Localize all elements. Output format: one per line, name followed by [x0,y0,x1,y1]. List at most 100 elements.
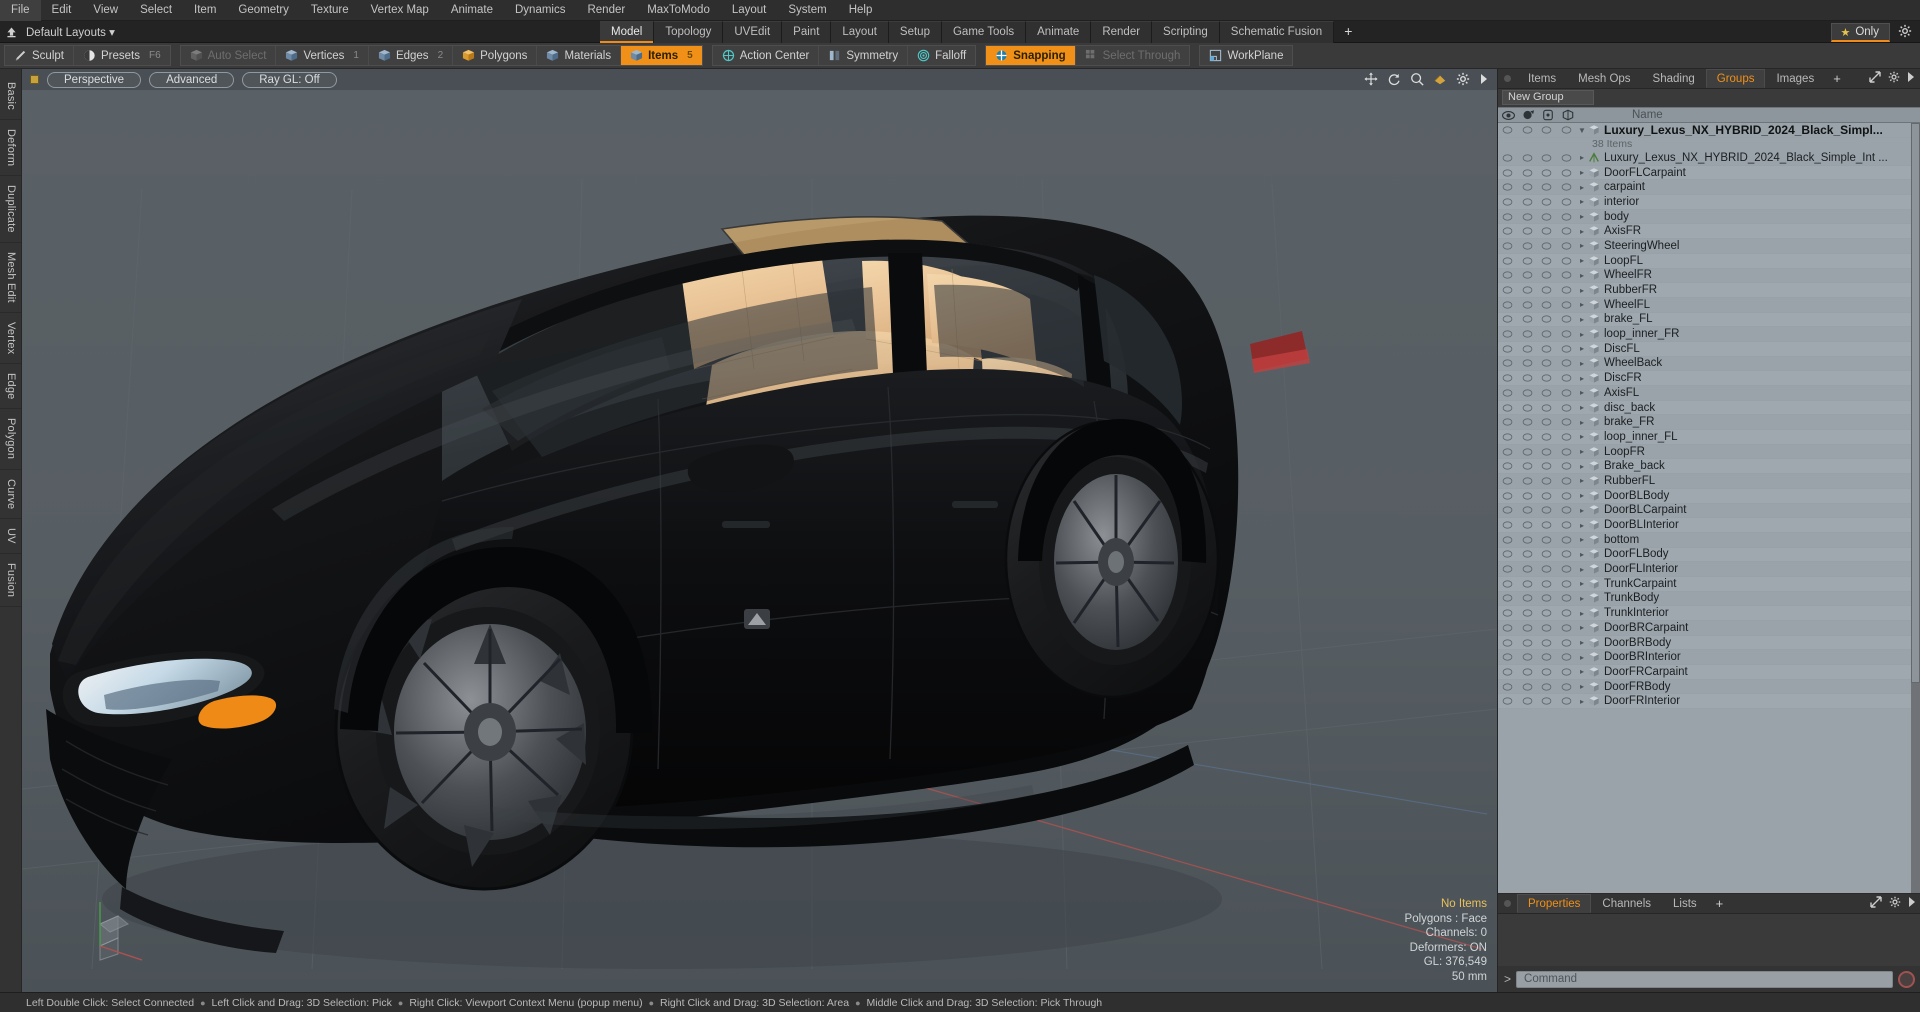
expand-arrow-icon[interactable]: ▸ [1576,168,1588,177]
toolbar-button-snapping[interactable]: Snapping [986,46,1076,65]
lock-toggle-icon[interactable] [1537,212,1557,222]
item-list-row[interactable]: ▸ RubberFL [1498,474,1920,489]
expand-arrow-icon[interactable]: ▸ [1576,359,1588,368]
lock-toggle-icon[interactable] [1537,285,1557,295]
chevron-right-icon[interactable] [1907,72,1915,85]
eye-toggle-icon[interactable] [1498,417,1518,427]
default-layouts-dropdown[interactable]: Default Layouts ▾ [22,25,123,39]
expand-arrow-icon[interactable]: ▸ [1576,638,1588,647]
shade-toggle-icon[interactable] [1557,476,1577,486]
item-list-row[interactable]: ▸ disc_back [1498,400,1920,416]
menu-item-select[interactable]: Select [129,0,183,21]
shade-toggle-icon[interactable] [1557,285,1577,295]
render-toggle-icon[interactable] [1518,652,1538,662]
menu-item-render[interactable]: Render [576,0,636,21]
lock-toggle-icon[interactable] [1537,520,1557,530]
render-toggle-icon[interactable] [1518,373,1538,383]
item-list-row[interactable]: ▸ body [1498,210,1920,225]
item-list-row[interactable]: ▸ DoorBRInterior [1498,650,1920,666]
bottom-tab-lists[interactable]: Lists [1662,894,1708,913]
item-list-row[interactable]: ▸ TrunkInterior [1498,606,1920,621]
lock-toggle-icon[interactable] [1537,682,1557,692]
gear-icon[interactable] [1456,72,1470,89]
item-list[interactable]: ▼ Luxury_Lexus_NX_HYBRID_2024_Black_Simpl… [1498,123,1920,893]
expand-arrow-icon[interactable]: ▸ [1576,344,1588,353]
expand-arrow-icon[interactable]: ▸ [1576,506,1588,515]
toolbar-button-falloff[interactable]: Falloff [908,46,975,65]
move-icon[interactable] [1364,71,1378,89]
toolbar-button-symmetry[interactable]: Symmetry [819,46,909,65]
expand-arrow-icon[interactable]: ▸ [1576,374,1588,383]
menu-item-view[interactable]: View [82,0,129,21]
menu-item-edit[interactable]: Edit [41,0,83,21]
expand-arrow-icon[interactable]: ▸ [1576,609,1588,618]
shade-toggle-icon[interactable] [1557,300,1577,310]
expand-arrow-icon[interactable]: ▸ [1576,197,1588,206]
shade-toggle-icon[interactable] [1557,153,1577,163]
shade-toggle-icon[interactable] [1557,447,1577,457]
shade-toggle-icon[interactable] [1557,652,1577,662]
shade-toggle-icon[interactable] [1557,168,1577,178]
expand-arrow-icon[interactable]: ▼ [1576,126,1588,135]
shade-toggle-icon[interactable] [1557,682,1577,692]
render-toggle-icon[interactable] [1518,432,1538,442]
left-tab-deform[interactable]: Deform [0,119,21,177]
eye-toggle-icon[interactable] [1498,285,1518,295]
lock-toggle-icon[interactable] [1537,270,1557,280]
menu-item-vertex-map[interactable]: Vertex Map [360,0,440,21]
render-toggle-icon[interactable] [1518,153,1538,163]
lock-toggle-icon[interactable] [1537,476,1557,486]
lock-toggle-icon[interactable] [1537,153,1557,163]
shade-toggle-icon[interactable] [1557,535,1577,545]
lock-toggle-icon[interactable] [1537,579,1557,589]
bottom-tab-channels[interactable]: Channels [1591,894,1662,913]
layout-tab-paint[interactable]: Paint [782,21,832,43]
item-list-row[interactable]: ▸ Luxury_Lexus_NX_HYBRID_2024_Black_Simpl… [1498,151,1920,166]
lock-toggle-icon[interactable] [1537,505,1557,515]
item-list-row[interactable]: ▸ interior [1498,195,1920,210]
eye-toggle-icon[interactable] [1498,403,1518,413]
command-input[interactable]: Command [1516,970,1893,988]
only-toggle-button[interactable]: ★ Only [1831,22,1890,42]
eye-toggle-icon[interactable] [1498,270,1518,280]
panel-menu-icon[interactable] [1504,75,1511,82]
rotate-icon[interactable] [1387,72,1401,89]
item-list-row[interactable]: ▸ AxisFR [1498,224,1920,240]
shade-toggle-icon[interactable] [1557,417,1577,427]
toolbar-button-select-through[interactable]: Select Through [1076,46,1190,65]
layout-tab-animate[interactable]: Animate [1026,21,1092,43]
expand-arrow-icon[interactable]: ▸ [1576,330,1588,339]
eye-toggle-icon[interactable] [1498,476,1518,486]
3d-viewport[interactable]: PIRELLI [22,69,1497,992]
lock-toggle-icon[interactable] [1537,226,1557,236]
lock-toggle-icon[interactable] [1537,623,1557,633]
toolbar-button-vertices[interactable]: Vertices 1 [276,46,369,65]
shade-toggle-icon[interactable] [1557,564,1577,574]
eye-toggle-icon[interactable] [1498,373,1518,383]
layout-tab-setup[interactable]: Setup [888,21,942,43]
lock-toggle-icon[interactable] [1537,593,1557,603]
eye-toggle-icon[interactable] [1498,696,1518,706]
item-list-row[interactable]: ▸ Brake_back [1498,459,1920,475]
eye-toggle-icon[interactable] [1498,682,1518,692]
item-list-row[interactable]: ▸ DoorBRCarpaint [1498,621,1920,636]
item-list-row[interactable]: ▸ DoorFLBody [1498,547,1920,563]
eye-toggle-icon[interactable] [1498,520,1518,530]
shade-toggle-icon[interactable] [1557,329,1577,339]
render-toggle-icon[interactable] [1518,461,1538,471]
expand-arrow-icon[interactable]: ▸ [1576,462,1588,471]
render-toggle-icon[interactable] [1518,447,1538,457]
expand-arrow-icon[interactable]: ▸ [1576,667,1588,676]
render-toggle-icon[interactable] [1518,329,1538,339]
left-tab-polygon[interactable]: Polygon [0,409,21,470]
lock-toggle-icon[interactable] [1537,549,1557,559]
render-toggle-icon[interactable] [1518,682,1538,692]
expand-arrow-icon[interactable]: ▸ [1576,697,1588,706]
render-toggle-icon[interactable] [1518,226,1538,236]
expand-arrow-icon[interactable]: ▸ [1576,241,1588,250]
zoom-icon[interactable] [1410,72,1424,89]
eye-toggle-icon[interactable] [1498,535,1518,545]
lock-toggle-icon[interactable] [1537,403,1557,413]
eye-toggle-icon[interactable] [1498,447,1518,457]
lock-toggle-icon[interactable] [1537,696,1557,706]
